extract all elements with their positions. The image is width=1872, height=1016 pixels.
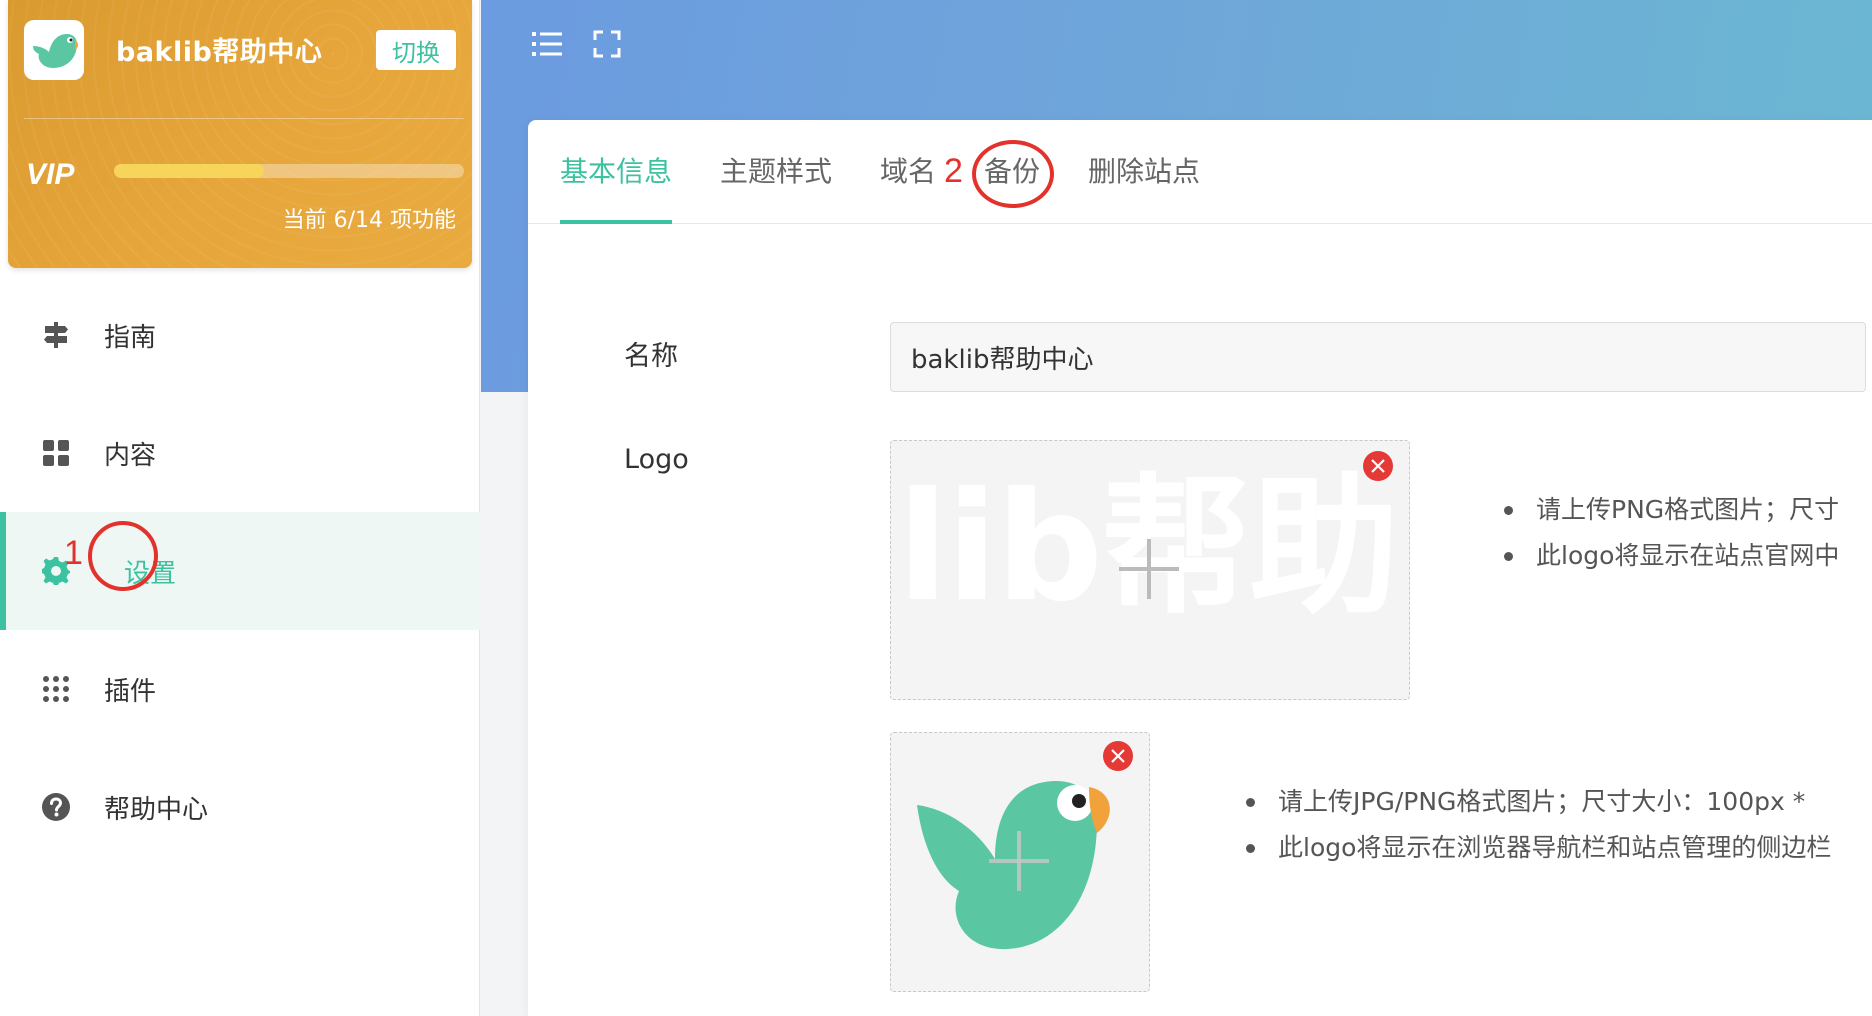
tab-basic-info[interactable]: 基本信息 xyxy=(560,150,672,190)
sidebar-item-label: 帮助中心 xyxy=(104,794,209,825)
dots-grid-icon xyxy=(40,673,72,705)
remove-favicon-button[interactable] xyxy=(1103,741,1133,771)
step-2-annotation: 2 xyxy=(944,152,963,190)
vip-label: VIP xyxy=(26,158,75,190)
site-card: baklib帮助中心 切换 VIP 当前 6/14 项功能 xyxy=(8,0,472,268)
sidebar: baklib帮助中心 切换 VIP 当前 6/14 项功能 指南 内容 1 设置… xyxy=(0,0,480,1016)
favicon-hint-item: 请上传JPG/PNG格式图片；尺寸大小：100px * xyxy=(1240,782,1831,828)
logo-upload-box[interactable]: lib帮助 xyxy=(890,440,1410,700)
logo-hint-item: 请上传PNG格式图片；尺寸 xyxy=(1498,490,1839,536)
favicon-upload-box[interactable] xyxy=(890,732,1150,992)
tab-theme-style[interactable]: 主题样式 xyxy=(720,150,832,190)
settings-panel: 基本信息 主题样式 域名 2 备份 删除站点 名称 Logo lib帮助 请上传… xyxy=(528,120,1872,1016)
site-logo-parrot-icon xyxy=(24,20,84,80)
sidebar-nav: 指南 内容 1 设置 插件 帮助中心 xyxy=(0,276,480,866)
tab-domain[interactable]: 域名 xyxy=(880,150,936,190)
fullscreen-icon[interactable] xyxy=(589,26,625,62)
vip-progress-bar xyxy=(114,164,464,178)
active-tab-indicator xyxy=(560,220,672,224)
settings-tabs: 基本信息 主题样式 域名 2 备份 删除站点 xyxy=(528,120,1872,224)
step-1-annotation: 1 xyxy=(64,534,83,572)
sidebar-item-plugins[interactable]: 插件 xyxy=(0,630,480,748)
grid-icon xyxy=(40,437,72,469)
sidebar-item-label: 插件 xyxy=(104,676,157,707)
sidebar-item-label: 设置 xyxy=(124,558,177,589)
sidebar-item-help-center[interactable]: 帮助中心 xyxy=(0,748,480,866)
switch-site-button[interactable]: 切换 xyxy=(376,30,456,70)
vip-status-text: 当前 6/14 项功能 xyxy=(282,208,456,233)
favicon-hint-item: 此logo将显示在浏览器导航栏和站点管理的侧边栏 xyxy=(1240,828,1831,874)
signpost-icon xyxy=(40,319,72,351)
sidebar-item-settings[interactable]: 1 设置 xyxy=(0,512,480,630)
site-name: baklib帮助中心 xyxy=(116,37,323,68)
plus-icon xyxy=(1119,539,1179,599)
tab-backup[interactable]: 备份 xyxy=(984,150,1040,190)
close-icon xyxy=(1111,749,1125,763)
logo-hint-item: 此logo将显示在站点官网中 xyxy=(1498,536,1839,582)
logo-hint-list: 请上传PNG格式图片；尺寸 此logo将显示在站点官网中 xyxy=(1498,490,1839,582)
vip-progress-fill xyxy=(114,164,264,178)
vip-badge-icon: VIP xyxy=(24,158,100,191)
question-circle-icon xyxy=(40,791,72,823)
favicon-hint-list: 请上传JPG/PNG格式图片；尺寸大小：100px * 此logo将显示在浏览器… xyxy=(1240,782,1831,874)
remove-logo-button[interactable] xyxy=(1363,451,1393,481)
site-name-input[interactable] xyxy=(890,322,1866,392)
name-label: 名称 xyxy=(624,341,678,372)
logo-label: Logo xyxy=(624,444,689,475)
plus-icon xyxy=(989,831,1049,891)
tab-delete-site[interactable]: 删除站点 xyxy=(1088,150,1200,190)
sidebar-item-guide[interactable]: 指南 xyxy=(0,276,480,394)
sidebar-item-label: 内容 xyxy=(104,440,157,471)
sidebar-item-content[interactable]: 内容 xyxy=(0,394,480,512)
sidebar-item-label: 指南 xyxy=(104,322,157,353)
card-divider xyxy=(24,118,464,119)
close-icon xyxy=(1371,459,1385,473)
list-menu-icon[interactable] xyxy=(529,26,565,62)
